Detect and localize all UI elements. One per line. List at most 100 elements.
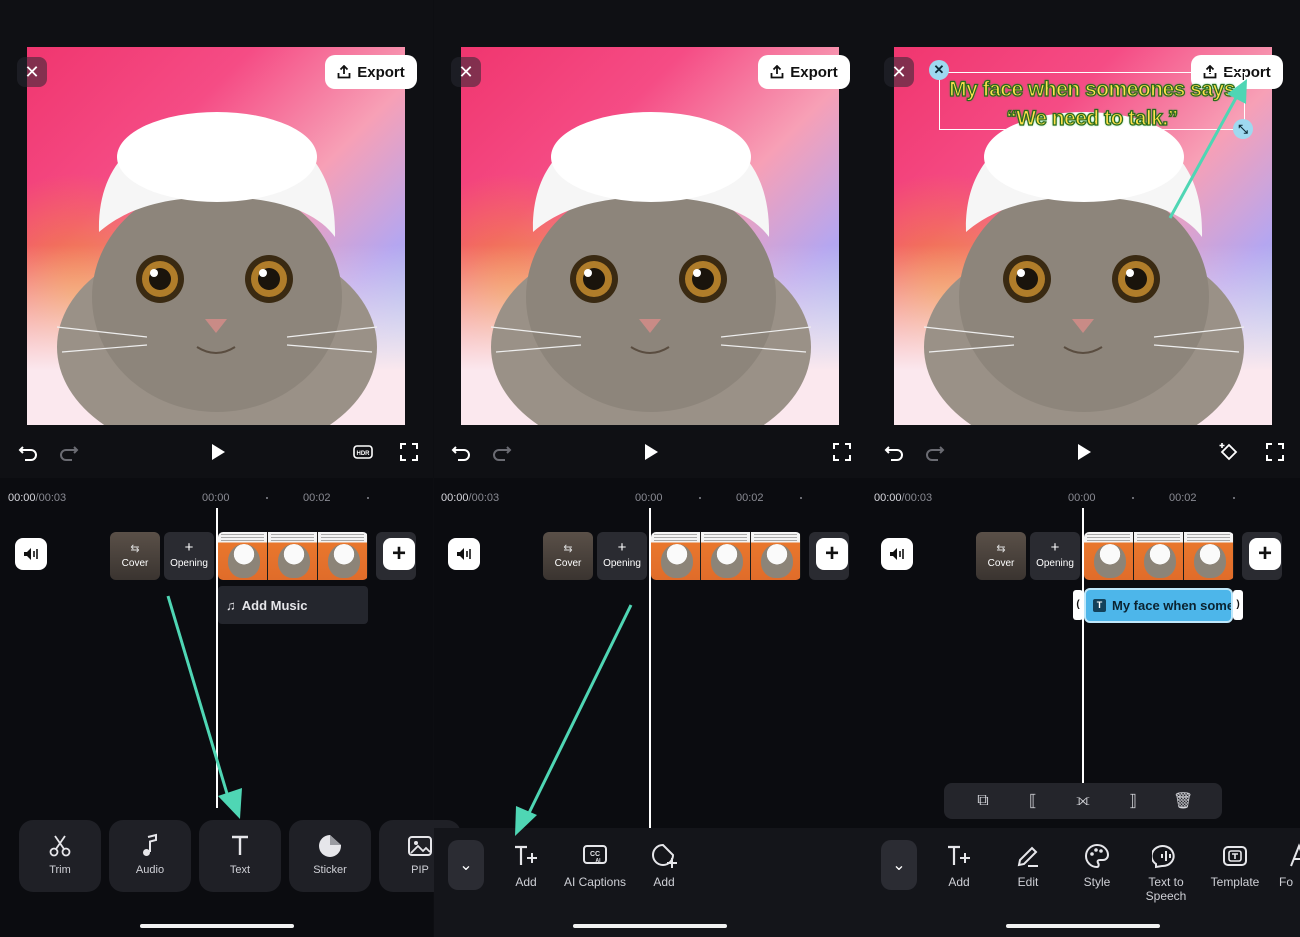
undo-icon: [884, 446, 903, 461]
svg-text:HDR: HDR: [357, 451, 371, 457]
undo-button[interactable]: [449, 440, 473, 464]
opening-tile[interactable]: + Opening: [164, 532, 214, 580]
tool-sticker[interactable]: Sticker: [289, 820, 371, 892]
trim-start-icon[interactable]: ⟦: [1023, 791, 1043, 811]
edit-text-tool[interactable]: Edit: [993, 842, 1063, 889]
play-button[interactable]: [205, 440, 229, 464]
add-clip-button[interactable]: +: [383, 538, 415, 570]
svg-text:AI: AI: [596, 858, 602, 864]
trim-end-icon[interactable]: ⟧: [1123, 791, 1143, 811]
sticker-icon: [319, 835, 341, 857]
cover-tile[interactable]: ⇆ Cover: [543, 532, 593, 580]
upload-icon: [770, 65, 784, 79]
volume-icon: [457, 548, 471, 560]
upload-icon: [337, 65, 351, 79]
play-icon: [1078, 444, 1091, 460]
add-text-tool[interactable]: Add: [491, 842, 561, 889]
chevron-down-icon: ⌄: [892, 857, 906, 874]
text-track-clip[interactable]: T My face when someones says: [1084, 588, 1233, 623]
text-add-icon: [515, 845, 537, 865]
undo-button[interactable]: [882, 440, 906, 464]
opening-tile[interactable]: + Opening: [597, 532, 647, 580]
ruler-tick: 00:00: [202, 492, 230, 504]
fullscreen-icon: [1266, 443, 1284, 461]
video-clip[interactable]: [651, 532, 801, 580]
opening-tile[interactable]: + Opening: [1030, 532, 1080, 580]
playhead[interactable]: [1082, 508, 1084, 783]
undo-button[interactable]: [16, 440, 40, 464]
mute-button[interactable]: [15, 538, 47, 570]
delete-icon[interactable]: 🗑: [1173, 791, 1193, 811]
palette-icon: [1085, 843, 1110, 869]
copy-icon[interactable]: ⧉: [973, 792, 993, 810]
collapse-button[interactable]: ⌄: [881, 840, 917, 890]
music-icon: ♫: [226, 597, 236, 613]
video-clip[interactable]: [218, 532, 368, 580]
font-tool[interactable]: Fo: [1269, 842, 1300, 889]
add-music-track[interactable]: ♫ Add Music: [218, 586, 368, 624]
ai-captions-tool[interactable]: CC AI AI Captions: [560, 842, 630, 889]
collapse-button[interactable]: ⌄: [448, 840, 484, 890]
add-text-tool[interactable]: Add: [924, 842, 994, 889]
caption-text-box[interactable]: My face when someones says “We need to t…: [939, 72, 1245, 131]
video-clip[interactable]: [1084, 532, 1234, 580]
plus-icon: +: [1050, 539, 1060, 556]
add-clip-button[interactable]: +: [1249, 538, 1281, 570]
volume-icon: [890, 548, 904, 560]
text-to-speech-tool[interactable]: Text to Speech: [1131, 842, 1201, 903]
tool-trim[interactable]: Trim: [19, 820, 101, 892]
volume-icon: [24, 548, 38, 560]
note-icon: [143, 833, 157, 856]
redo-button[interactable]: [57, 440, 81, 464]
svg-text:CC: CC: [590, 851, 600, 858]
caption-delete-handle[interactable]: ✕: [929, 60, 949, 80]
fullscreen-button[interactable]: [830, 440, 854, 464]
plus-icon: +: [617, 539, 627, 556]
ruler-tick: 00:02: [303, 492, 331, 504]
style-tool[interactable]: Style: [1062, 842, 1132, 889]
close-icon: ✕: [891, 62, 907, 82]
fullscreen-button[interactable]: [1263, 440, 1287, 464]
split-icon[interactable]: ⟗: [1073, 792, 1093, 810]
close-button[interactable]: ✕: [17, 57, 47, 87]
mute-button[interactable]: [448, 538, 480, 570]
caption-resize-handle[interactable]: ⤡: [1233, 119, 1253, 139]
export-label: Export: [790, 63, 838, 81]
cat-image: [56, 112, 378, 425]
cover-tile[interactable]: ⇆ Cover: [110, 532, 160, 580]
add-clip-button[interactable]: +: [816, 538, 848, 570]
text-icon: T: [1093, 599, 1106, 612]
sticker-add-icon: [652, 843, 677, 868]
template-tool[interactable]: Template: [1200, 842, 1270, 889]
plus-icon: +: [1257, 540, 1272, 567]
cover-tile[interactable]: ⇆ Cover: [976, 532, 1026, 580]
undo-icon: [451, 446, 470, 461]
redo-button[interactable]: [490, 440, 514, 464]
export-button[interactable]: Export: [758, 55, 850, 89]
clip-edit-bar: ⧉ ⟦ ⟗ ⟧ 🗑: [944, 783, 1222, 819]
export-button[interactable]: Export: [325, 55, 417, 89]
close-button[interactable]: ✕: [451, 57, 481, 87]
close-button[interactable]: ✕: [884, 57, 914, 87]
play-button[interactable]: [638, 440, 662, 464]
fullscreen-icon: [833, 443, 851, 461]
tool-text[interactable]: Text: [199, 820, 281, 892]
mute-button[interactable]: [881, 538, 913, 570]
caption-line-1: My face when someones says: [948, 77, 1236, 101]
tool-audio[interactable]: Audio: [109, 820, 191, 892]
play-button[interactable]: [1071, 440, 1095, 464]
home-indicator: [140, 924, 294, 928]
playhead[interactable]: [216, 508, 218, 808]
close-icon: ✕: [458, 62, 474, 82]
hdr-button[interactable]: HDR: [351, 440, 375, 464]
play-icon: [212, 444, 225, 460]
keyframe-icon: [1219, 443, 1238, 461]
plus-icon: +: [824, 540, 839, 567]
playhead[interactable]: [649, 508, 651, 828]
pencil-icon: [1017, 846, 1038, 867]
text-track-right-handle[interactable]: ): [1233, 590, 1243, 620]
add-sticker-tool[interactable]: Add: [629, 842, 699, 889]
keyframe-button[interactable]: [1217, 440, 1241, 464]
fullscreen-button[interactable]: [397, 440, 421, 464]
redo-button[interactable]: [923, 440, 947, 464]
